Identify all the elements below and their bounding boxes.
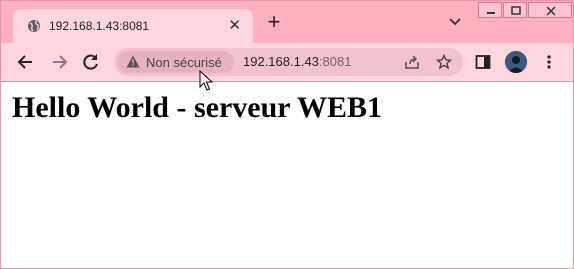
security-label: Non sécurisé: [146, 55, 222, 70]
minimize-icon[interactable]: [478, 2, 502, 18]
share-icon[interactable]: [404, 54, 420, 70]
side-panel-icon[interactable]: [475, 54, 491, 70]
active-tab[interactable]: 192.168.1.43:8081 ✕: [13, 9, 253, 43]
tab-title: 192.168.1.43:8081: [49, 19, 150, 33]
toolbar: Non sécurisé 192.168.1.43:8081: [1, 43, 573, 82]
globe-icon: [28, 20, 40, 32]
forward-icon[interactable]: [49, 52, 69, 72]
tab-strip: 192.168.1.43:8081 ✕ +: [1, 1, 573, 43]
profile-avatar[interactable]: [505, 51, 527, 73]
page-content: Hello World - serveur WEB1: [1, 82, 573, 268]
mouse-cursor-icon: [199, 70, 213, 91]
url-host: 192.168.1.43: [243, 54, 319, 69]
menu-kebab-icon[interactable]: [541, 54, 557, 70]
page-heading: Hello World - serveur WEB1: [12, 91, 383, 124]
back-icon[interactable]: [16, 52, 36, 72]
maximize-icon[interactable]: [503, 2, 527, 18]
tab-search-icon[interactable]: [447, 15, 463, 29]
tab-close-icon[interactable]: ✕: [228, 18, 241, 34]
reload-icon[interactable]: [81, 52, 101, 72]
new-tab-icon[interactable]: +: [264, 11, 284, 33]
browser-window: 192.168.1.43:8081 ✕ + Non sécurisé 192.1…: [0, 0, 574, 269]
bookmark-star-icon[interactable]: [436, 54, 452, 70]
security-chip[interactable]: Non sécurisé: [117, 51, 234, 73]
url-port: :8081: [318, 54, 352, 69]
window-close-icon[interactable]: [528, 2, 572, 18]
address-bar[interactable]: Non sécurisé 192.168.1.43:8081: [114, 48, 463, 76]
url-text[interactable]: 192.168.1.43:8081: [243, 54, 351, 69]
warning-icon: [126, 55, 140, 68]
